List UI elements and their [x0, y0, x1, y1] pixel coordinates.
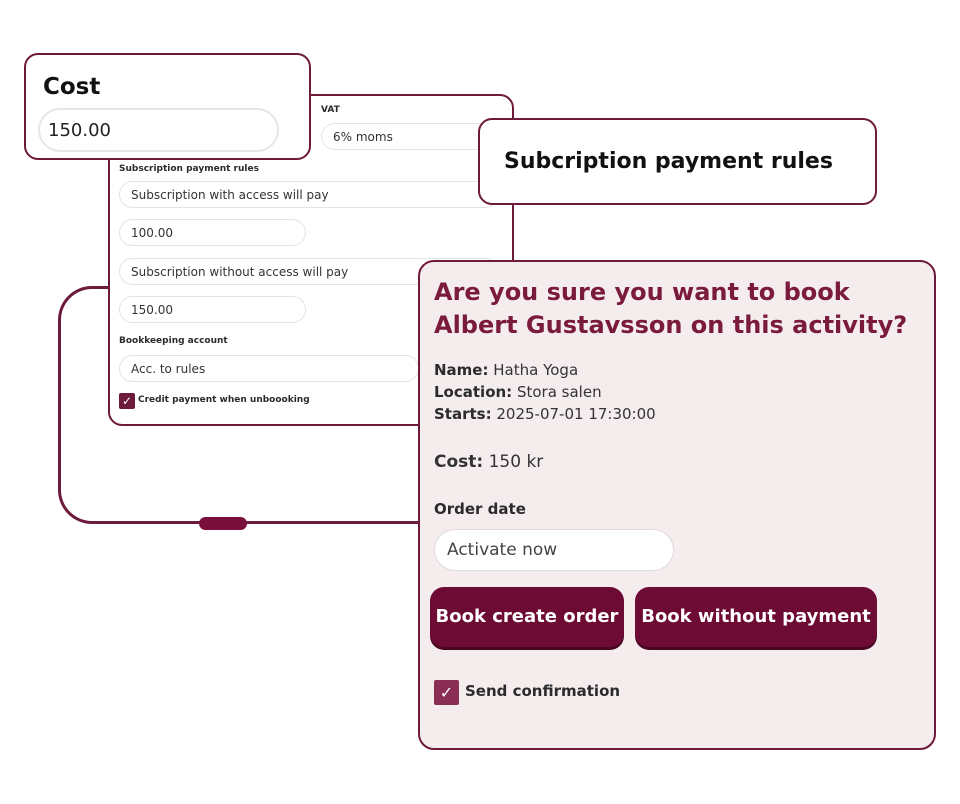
order-date-select[interactable]: Activate now	[434, 529, 674, 571]
starts-value: 2025-07-01 17:30:00	[496, 405, 656, 423]
subscription-rules-callout: Subcription payment rules	[478, 118, 877, 205]
cost-input[interactable]: 150.00	[38, 108, 279, 152]
cost-row: Cost: 150 kr	[434, 452, 543, 472]
with-access-amount-input[interactable]: 100.00	[119, 219, 306, 246]
book-create-order-button[interactable]: Book create order	[430, 587, 624, 647]
location-label: Location:	[434, 383, 513, 401]
bookkeeping-select[interactable]: Acc. to rules	[119, 355, 419, 382]
dialog-cost-label: Cost:	[434, 452, 484, 472]
credit-payment-label: Credit payment when unboooking	[138, 395, 310, 405]
dialog-title: Are you sure you want to book Albert Gus…	[434, 278, 908, 339]
order-date-label: Order date	[434, 500, 526, 518]
location-value: Stora salen	[516, 383, 602, 401]
dialog-cost-value: 150 kr	[488, 452, 544, 472]
cost-title: Cost	[43, 74, 101, 100]
starts-row: Starts: 2025-07-01 17:30:00	[434, 405, 656, 423]
vat-select[interactable]: 6% moms	[321, 123, 491, 150]
bookkeeping-label: Bookkeeping account	[119, 336, 228, 346]
send-confirmation-checkbox[interactable]: ✓	[434, 680, 459, 705]
activity-name-row: Name: Hatha Yoga	[434, 361, 578, 379]
book-without-payment-button[interactable]: Book without payment	[635, 587, 877, 647]
subscription-rules-label: Subscription payment rules	[119, 164, 259, 174]
without-access-amount-input[interactable]: 150.00	[119, 296, 306, 323]
starts-label: Starts:	[434, 405, 492, 423]
name-label: Name:	[434, 361, 489, 379]
send-confirmation-label: Send confirmation	[465, 682, 621, 700]
with-access-select[interactable]: Subscription with access will pay	[119, 181, 499, 208]
location-row: Location: Stora salen	[434, 383, 602, 401]
vat-label: VAT	[321, 105, 340, 115]
name-value: Hatha Yoga	[493, 361, 579, 379]
credit-payment-checkbox[interactable]: ✓	[119, 393, 135, 409]
connector-handle	[199, 517, 247, 530]
